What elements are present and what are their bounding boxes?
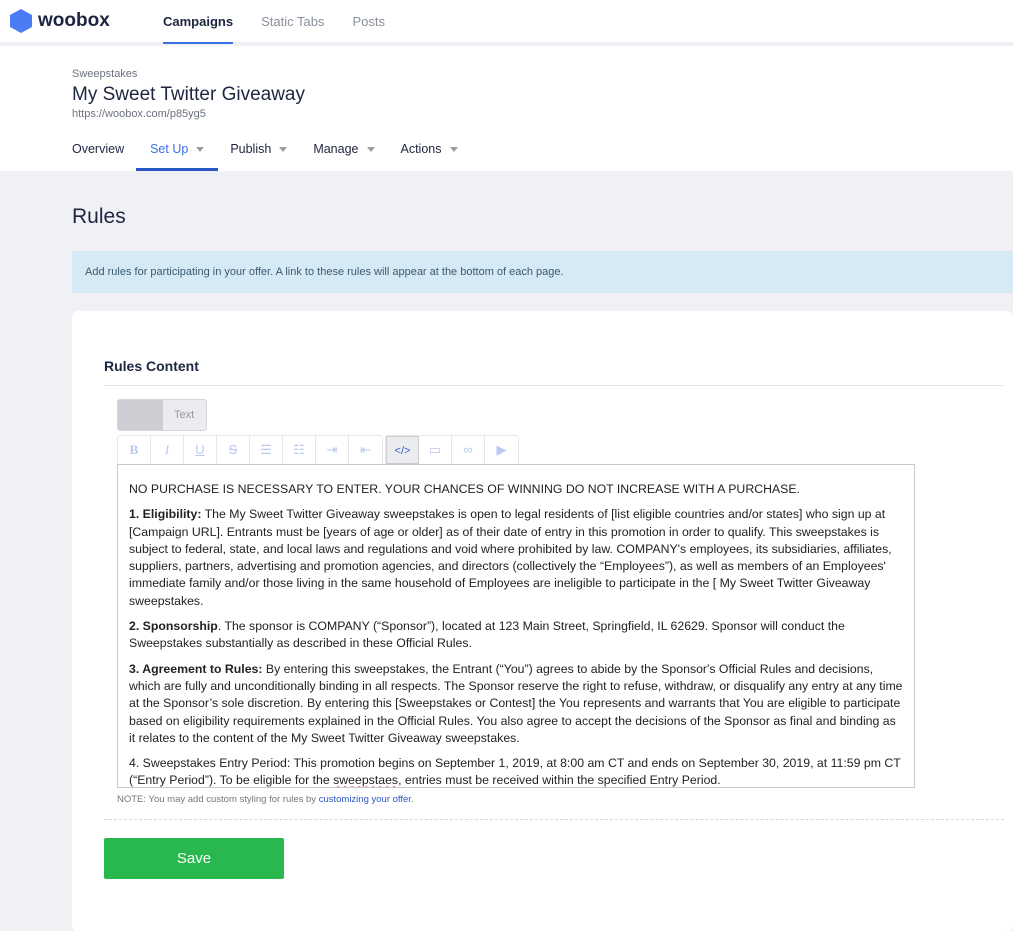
video-icon[interactable]: ▶ <box>485 436 518 464</box>
numbered-list-icon[interactable]: ☷ <box>283 436 316 464</box>
toggle-knob <box>118 400 163 430</box>
note-text: NOTE: You may add custom styling for rul… <box>117 794 319 805</box>
nav-posts[interactable]: Posts <box>352 0 385 44</box>
heading: 1. Eligibility: <box>129 507 202 522</box>
tab-label: Actions <box>400 142 442 156</box>
toggle-label: Text <box>174 409 195 421</box>
caret-down-icon <box>366 147 375 153</box>
tab-actions[interactable]: Actions <box>401 136 458 171</box>
caret-down-icon <box>196 147 205 153</box>
campaign-type: Sweepstakes <box>72 68 138 80</box>
top-nav: Campaigns Static Tabs Posts <box>163 0 385 44</box>
woobox-logo[interactable]: woobox <box>10 9 110 33</box>
tab-overview[interactable]: Overview <box>72 136 124 171</box>
tab-label: Publish <box>230 142 272 156</box>
rules-editor[interactable]: NO PURCHASE IS NECESSARY TO ENTER. YOUR … <box>117 464 915 788</box>
image-icon[interactable]: ▭ <box>419 436 452 464</box>
text: . The sponsor is COMPANY (“Sponsor”), lo… <box>129 619 845 651</box>
rules-card: Rules Content Text B I U S ☰ ☷ ⇥ ⇤ </> ▭… <box>72 311 1013 931</box>
campaign-subnav: Overview Set Up Publish Manage Actions <box>72 136 484 171</box>
tab-label: Overview <box>72 142 125 156</box>
page-title: Rules <box>72 205 126 228</box>
woobox-logo-icon <box>10 9 32 33</box>
underline-icon[interactable]: U <box>184 436 217 464</box>
tab-label: Set Up <box>150 142 189 156</box>
rules-paragraph: 2. Sponsorship. The sponsor is COMPANY (… <box>129 618 903 653</box>
rules-paragraph: 1. Eligibility: The My Sweet Twitter Giv… <box>129 506 903 610</box>
heading: 3. Agreement to Rules: <box>129 661 263 676</box>
brand-name: woobox <box>38 10 110 31</box>
divider <box>104 385 1004 386</box>
info-alert: Add rules for participating in your offe… <box>72 251 1013 293</box>
misspelled-word: sweepstaes <box>333 773 399 788</box>
indent-icon[interactable]: ⇥ <box>316 436 349 464</box>
tab-manage[interactable]: Manage <box>313 136 375 171</box>
heading: 2. Sponsorship <box>129 619 218 634</box>
link-icon[interactable]: ∞ <box>452 436 485 464</box>
nav-static-tabs[interactable]: Static Tabs <box>261 0 324 44</box>
italic-icon[interactable]: I <box>151 436 184 464</box>
strikethrough-icon[interactable]: S <box>217 436 250 464</box>
caret-down-icon <box>449 147 458 153</box>
rules-paragraph: 3. Agreement to Rules: By entering this … <box>129 661 903 747</box>
editor-toolbar: B I U S ☰ ☷ ⇥ ⇤ </> ▭ ∞ ▶ <box>117 435 519 465</box>
text: , entries must be received within the sp… <box>398 773 721 788</box>
note-end: . <box>410 794 414 805</box>
bullet-list-icon[interactable]: ☰ <box>250 436 283 464</box>
campaign-url[interactable]: https://woobox.com/p85yg5 <box>72 108 206 120</box>
customize-offer-link[interactable]: customizing your offer <box>319 794 411 805</box>
outdent-icon[interactable]: ⇤ <box>349 436 382 464</box>
top-bar: woobox Campaigns Static Tabs Posts <box>0 0 1013 44</box>
styling-note: NOTE: You may add custom styling for rul… <box>117 794 414 805</box>
campaign-header: Sweepstakes My Sweet Twitter Giveaway ht… <box>0 46 1013 171</box>
tab-setup[interactable]: Set Up <box>136 136 219 171</box>
campaign-title: My Sweet Twitter Giveaway <box>72 84 306 105</box>
nav-campaigns[interactable]: Campaigns <box>163 0 234 44</box>
section-title: Rules Content <box>104 358 199 374</box>
rules-paragraph: NO PURCHASE IS NECESSARY TO ENTER. YOUR … <box>129 482 800 496</box>
text-mode-toggle[interactable]: Text <box>117 399 207 431</box>
tab-publish[interactable]: Publish <box>230 136 288 171</box>
caret-down-icon <box>279 147 288 153</box>
code-icon[interactable]: </> <box>386 436 419 464</box>
save-button[interactable]: Save <box>104 838 284 879</box>
text: The My Sweet Twitter Giveaway sweepstake… <box>129 507 892 608</box>
tab-label: Manage <box>313 142 359 156</box>
rules-paragraph: 4. Sweepstakes Entry Period: This promot… <box>129 755 903 788</box>
divider <box>104 819 1004 820</box>
bold-icon[interactable]: B <box>118 436 151 464</box>
